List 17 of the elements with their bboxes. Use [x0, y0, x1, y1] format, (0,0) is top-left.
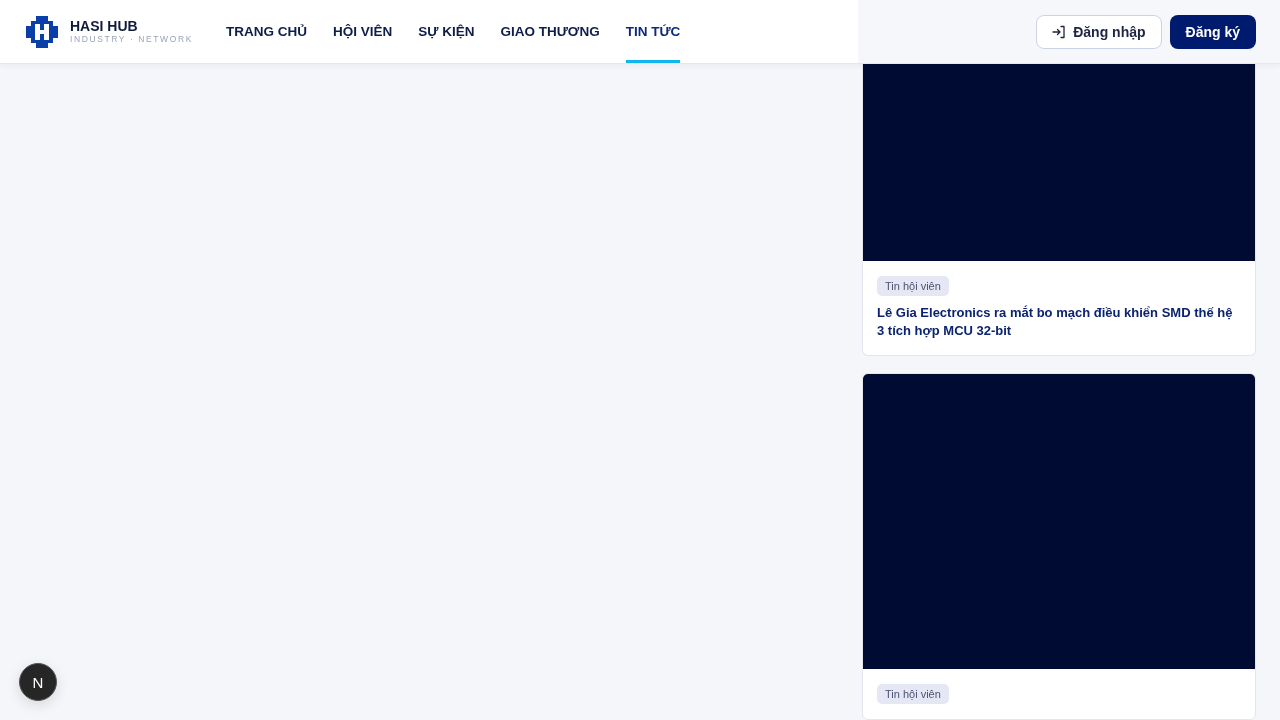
dev-indicator-button[interactable]: N [19, 663, 57, 701]
nav-link[interactable]: TIN TỨC [625, 0, 681, 63]
news-card[interactable]: Tin hội viên [862, 373, 1256, 720]
nav-link[interactable]: HỘI VIÊN [332, 0, 393, 63]
nav-link[interactable]: SỰ KIỆN [418, 0, 475, 63]
nav-link[interactable]: TRANG CHỦ [225, 0, 307, 63]
nav-link[interactable]: GIAO THƯƠNG [500, 0, 600, 63]
login-button[interactable]: Đăng nhập [1036, 14, 1162, 49]
news-title[interactable]: Lê Gia Electronics ra mắt bo mạch điều khiển SMD thế hệ 3 tích hợp MCU 32-bit [877, 304, 1241, 340]
logo-icon [25, 14, 59, 49]
login-icon [1052, 24, 1067, 39]
news-card[interactable]: Tin hội viên Lê Gia Electronics ra mắt bo mạch điều khiển SMD thế hệ 3 tích hợp MCU 32-bit [862, 63, 1256, 356]
brand-name: HASI HUB [70, 18, 139, 34]
category-tag: Tin hội viên [877, 684, 949, 704]
brand-tagline: INDUSTRY · NETWORK [70, 34, 193, 45]
category-tag: Tin hội viên [877, 276, 949, 296]
register-button[interactable]: Đăng ký [1169, 14, 1256, 49]
